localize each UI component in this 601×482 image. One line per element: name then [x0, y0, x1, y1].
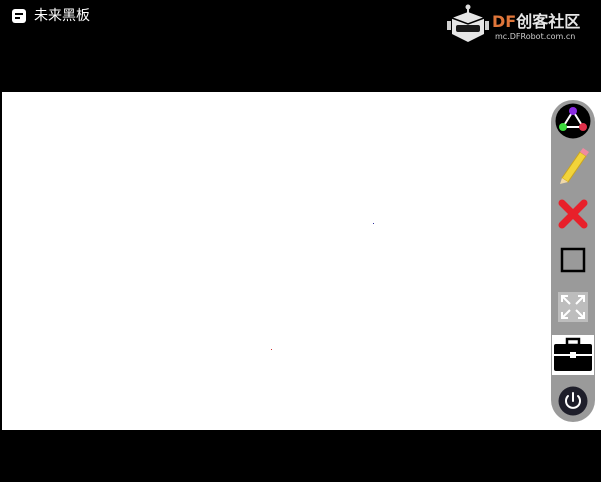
canvas-mark [373, 223, 374, 224]
pencil-icon [560, 148, 589, 184]
app-icon [12, 9, 26, 23]
toolbox-button[interactable] [551, 334, 595, 376]
square-icon [560, 247, 586, 273]
title-bar: 未来黑板 DF创客社区 mc.DFRobot.com.cn [0, 0, 601, 92]
color-picker-button[interactable] [551, 102, 595, 140]
power-button[interactable] [551, 384, 595, 418]
robot-logo-icon [447, 4, 489, 42]
brand-prefix: DF [492, 12, 517, 31]
color-triangle-icon [555, 103, 591, 139]
power-icon [558, 386, 588, 416]
shape-button[interactable] [551, 242, 595, 278]
fullscreen-button[interactable] [551, 288, 595, 326]
pencil-button[interactable] [551, 146, 595, 186]
toolbox-icon [552, 335, 594, 375]
watermark-logo: DF创客社区 mc.DFRobot.com.cn [446, 4, 596, 48]
brand-rest: 创客社区 [516, 12, 581, 31]
brand-name: DF创客社区 [492, 8, 580, 32]
clear-button[interactable] [551, 194, 595, 234]
drawing-canvas[interactable] [2, 92, 601, 430]
brand-url: mc.DFRobot.com.cn [495, 32, 576, 41]
red-x-icon [558, 199, 588, 229]
window-title: 未来黑板 [34, 8, 90, 24]
expand-arrows-icon [558, 292, 588, 322]
bottom-bar [0, 430, 601, 482]
tool-palette [551, 100, 595, 422]
canvas-mark [271, 349, 272, 350]
